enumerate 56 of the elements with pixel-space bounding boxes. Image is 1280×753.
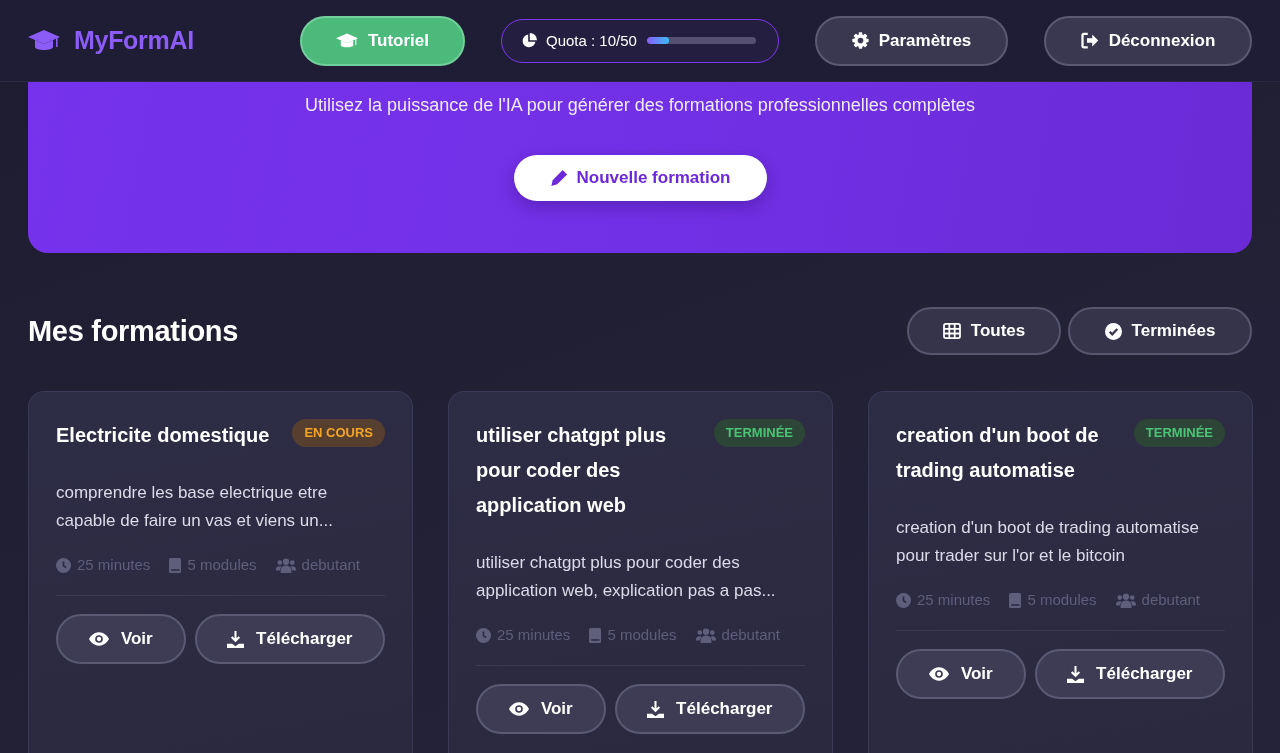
course-title: creation d'un boot de trading automatise	[896, 423, 1100, 483]
download-button[interactable]: Télécharger	[194, 614, 385, 664]
download-button[interactable]: Télécharger	[1034, 649, 1225, 699]
course-title: Electricite domestique	[56, 423, 271, 448]
logout-icon	[1080, 32, 1099, 49]
book-icon	[589, 627, 602, 643]
graduation-cap-icon	[28, 29, 60, 52]
view-button[interactable]: Voir	[896, 649, 1026, 699]
course-meta-text: 25 minutes	[917, 590, 991, 610]
clock-icon	[896, 592, 911, 608]
status-badge: TERMINÉE	[713, 419, 805, 447]
course-meta-text: 25 minutes	[497, 625, 571, 645]
table-icon	[942, 323, 961, 339]
book-icon	[169, 557, 182, 573]
all-filter-button[interactable]: Toutes	[907, 307, 1061, 355]
settings-button[interactable]: Paramètres	[815, 15, 1008, 66]
users-icon	[695, 627, 716, 643]
pencil-icon	[549, 169, 568, 187]
completed-filter-button[interactable]: Terminées	[1068, 307, 1252, 355]
course-meta-text: 25 minutes	[77, 555, 151, 575]
eye-icon	[928, 667, 949, 681]
course-title: utiliser chatgpt plus pour coder des application web	[476, 423, 668, 518]
course-meta-text: debutant	[721, 625, 780, 645]
logout-button[interactable]: Déconnexion	[1044, 15, 1252, 66]
download-button[interactable]: Télécharger	[614, 684, 805, 734]
course-meta-text: 5 modules	[1027, 590, 1097, 610]
course-meta-text: debutant	[1141, 590, 1200, 610]
download-icon	[1067, 665, 1085, 683]
course-meta-text: 5 modules	[607, 625, 677, 645]
clock-icon	[476, 627, 491, 643]
pie-chart-icon	[521, 32, 537, 49]
book-icon	[1009, 592, 1022, 608]
course-description: utiliser chatgpt plus pour coder des application web, explication pas a pas...	[476, 552, 777, 602]
eye-icon	[508, 702, 529, 716]
status-badge: TERMINÉE	[1133, 419, 1225, 447]
new-course-button[interactable]: Nouvelle formation	[513, 155, 767, 201]
settings-icon	[851, 32, 869, 49]
course-description: comprendre les base electrique etre capable de faire un vas et viens un...	[56, 482, 334, 532]
users-icon	[1115, 592, 1136, 608]
users-icon	[275, 557, 296, 573]
course-meta-text: debutant	[301, 555, 360, 575]
course-meta-text: 5 modules	[187, 555, 257, 575]
clock-icon	[56, 557, 71, 573]
view-button[interactable]: Voir	[56, 614, 186, 664]
section-title: Mes formations	[28, 314, 239, 348]
status-badge: EN COURS	[292, 419, 385, 447]
course-description: creation d'un boot de trading automatise pour trader sur l'or et le bitcoin	[896, 517, 1200, 567]
hero-subtitle: Utilisez la puissance de l'IA pour générer des formations professionnelles complètes	[305, 94, 975, 117]
download-icon	[227, 630, 245, 648]
check-circle-icon	[1104, 322, 1122, 340]
eye-icon	[88, 632, 109, 646]
graduation-cap-icon	[335, 32, 358, 49]
view-button[interactable]: Voir	[476, 684, 606, 734]
download-icon	[647, 700, 665, 718]
quota-text: Quota : 10/50	[546, 32, 637, 49]
app-logo-text: MyFormAI	[74, 26, 194, 55]
